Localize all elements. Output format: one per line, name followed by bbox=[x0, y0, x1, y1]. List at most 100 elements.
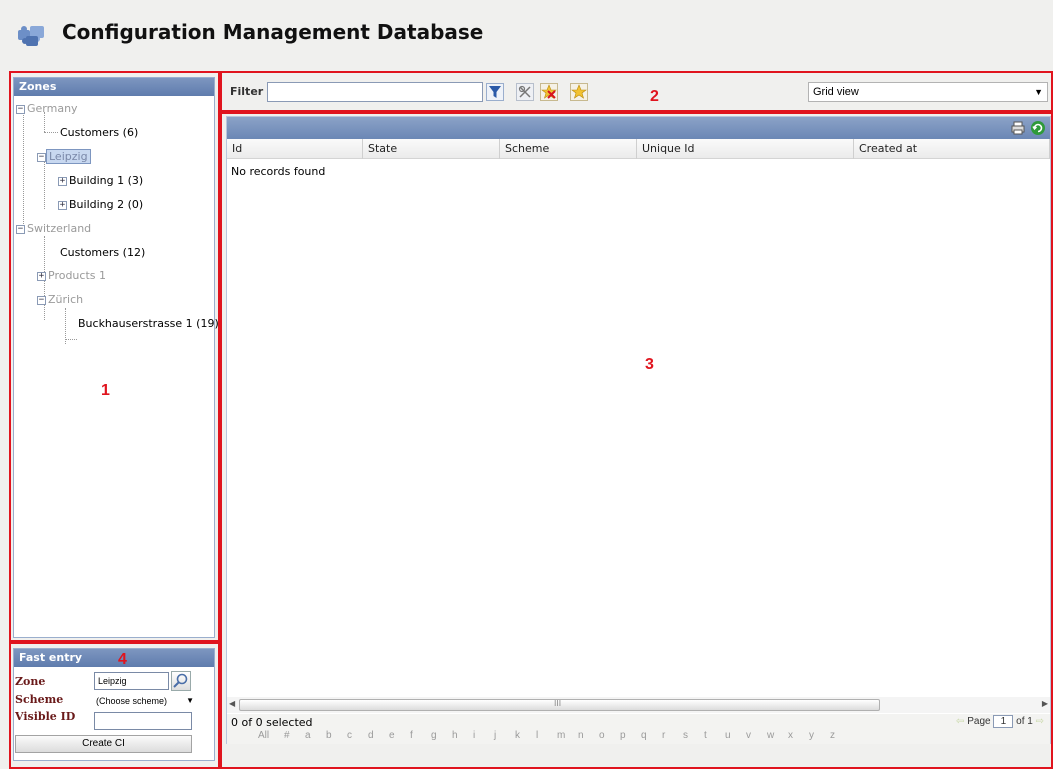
puzzle-logo-icon bbox=[18, 26, 44, 46]
tree-node-germany[interactable]: − Germany bbox=[16, 101, 80, 117]
alpha-filter-p[interactable]: p bbox=[620, 730, 626, 741]
chevron-down-icon: ▼ bbox=[186, 696, 194, 705]
column-header-scheme[interactable]: Scheme bbox=[500, 139, 637, 159]
alpha-filter-v[interactable]: v bbox=[746, 730, 751, 741]
tree-node-label: Switzerland bbox=[27, 222, 92, 235]
remove-favorite-icon[interactable] bbox=[540, 83, 558, 101]
alpha-filter-d[interactable]: d bbox=[368, 730, 374, 741]
tree-node-buckhauserstrasse[interactable]: Buckhauserstrasse 1 (19) bbox=[76, 316, 221, 332]
tree-node-customers-switzerland[interactable]: Customers (12) bbox=[58, 245, 147, 261]
alpha-filter-q[interactable]: q bbox=[641, 730, 647, 741]
expand-icon[interactable]: + bbox=[58, 176, 67, 186]
scheme-select-value: (Choose scheme) bbox=[96, 696, 168, 706]
alpha-filter-t[interactable]: t bbox=[704, 730, 707, 741]
alpha-filter-u[interactable]: u bbox=[725, 730, 731, 741]
clear-filter-icon[interactable] bbox=[516, 83, 534, 101]
grid-header-row: Id State Scheme Unique Id Created at bbox=[227, 139, 1050, 159]
alpha-filter-i[interactable]: i bbox=[473, 730, 475, 741]
alpha-filter-x[interactable]: x bbox=[788, 730, 793, 741]
alpha-filter-m[interactable]: m bbox=[557, 730, 565, 741]
magnifier-icon bbox=[173, 673, 188, 688]
app-header: Configuration Management Database bbox=[0, 0, 1053, 70]
alpha-filter-z[interactable]: z bbox=[830, 730, 835, 741]
expand-icon[interactable]: + bbox=[37, 271, 46, 281]
scrollbar-thumb[interactable]: III bbox=[239, 699, 880, 711]
tree-node-customers-germany[interactable]: Customers (6) bbox=[58, 125, 140, 141]
view-select-value: Grid view bbox=[813, 86, 859, 98]
tree-node-label: Customers (6) bbox=[60, 126, 139, 139]
alpha-filter-n[interactable]: n bbox=[578, 730, 584, 741]
zone-tree: − Germany Customers (6) − Leipzig + Buildin… bbox=[14, 96, 219, 616]
annotation-number-1: 1 bbox=[101, 382, 110, 399]
scroll-grip: III bbox=[554, 699, 562, 708]
filter-input[interactable] bbox=[267, 82, 483, 102]
create-ci-button[interactable]: Create CI bbox=[15, 735, 192, 753]
tree-node-label: Customers (12) bbox=[60, 246, 146, 259]
page-label: Page bbox=[967, 716, 991, 727]
alpha-filter-g[interactable]: g bbox=[431, 730, 437, 741]
alpha-filter-y[interactable]: y bbox=[809, 730, 814, 741]
tree-node-products-1[interactable]: + Products 1 bbox=[37, 268, 108, 284]
collapse-icon[interactable]: − bbox=[16, 104, 25, 114]
scroll-right-icon[interactable]: ▶ bbox=[1042, 699, 1048, 708]
filter-icon[interactable] bbox=[486, 83, 504, 101]
pager: ⇦ Page 1 of 1 ⇨ bbox=[956, 715, 1044, 728]
alpha-filter-h[interactable]: h bbox=[452, 730, 458, 741]
fast-entry-panel: Fast entry Zone Leipzig Scheme (Choose s… bbox=[13, 648, 215, 761]
column-header-created-at[interactable]: Created at bbox=[854, 139, 1050, 159]
alpha-filter-all[interactable]: All bbox=[258, 730, 269, 741]
refresh-icon[interactable] bbox=[1030, 120, 1046, 136]
alpha-filter-e[interactable]: e bbox=[389, 730, 395, 741]
column-header-unique-id[interactable]: Unique Id bbox=[637, 139, 854, 159]
alpha-filter-k[interactable]: k bbox=[515, 730, 520, 741]
zones-panel-header: Zones bbox=[14, 78, 214, 96]
alpha-filter-r[interactable]: r bbox=[662, 730, 665, 741]
zone-lookup-button[interactable] bbox=[171, 671, 191, 691]
page-total: of 1 bbox=[1016, 716, 1033, 727]
print-icon[interactable] bbox=[1010, 120, 1026, 136]
tree-node-zurich[interactable]: − Zürich bbox=[37, 292, 85, 308]
grid-toolbar bbox=[227, 117, 1050, 139]
collapse-icon[interactable]: − bbox=[37, 152, 46, 162]
page-title: Configuration Management Database bbox=[62, 20, 484, 44]
tree-node-building-1[interactable]: + Building 1 (3) bbox=[58, 173, 145, 189]
horizontal-scrollbar[interactable]: ◀ III ▶ bbox=[227, 697, 1050, 713]
zone-field[interactable]: Leipzig bbox=[94, 672, 169, 690]
view-select[interactable]: Grid view ▼ bbox=[808, 82, 1048, 102]
alpha-filter-w[interactable]: w bbox=[767, 730, 774, 741]
tree-node-leipzig[interactable]: − Leipzig bbox=[37, 149, 91, 165]
collapse-icon[interactable]: − bbox=[37, 295, 46, 305]
tree-node-label: Products 1 bbox=[48, 269, 106, 282]
alphabet-filter-bar: All # a b c d e f g h i j k l m n o p q r s t u v w x y z bbox=[227, 730, 1050, 744]
alpha-filter-f[interactable]: f bbox=[410, 730, 413, 741]
column-header-state[interactable]: State bbox=[363, 139, 500, 159]
scroll-left-icon[interactable]: ◀ bbox=[229, 699, 235, 708]
tree-node-label: Zürich bbox=[48, 293, 84, 306]
zone-label: Zone bbox=[15, 675, 46, 688]
alpha-filter-j[interactable]: j bbox=[494, 730, 496, 741]
page-number-input[interactable]: 1 bbox=[993, 715, 1014, 728]
tree-node-label: Leipzig bbox=[46, 149, 91, 164]
alpha-filter-o[interactable]: o bbox=[599, 730, 605, 741]
annotation-number-2: 2 bbox=[650, 88, 659, 105]
tree-node-label: Germany bbox=[27, 102, 78, 115]
alpha-filter-hash[interactable]: # bbox=[284, 730, 290, 741]
favorite-icon[interactable] bbox=[570, 83, 588, 101]
alpha-filter-a[interactable]: a bbox=[305, 730, 311, 741]
alpha-filter-l[interactable]: l bbox=[536, 730, 538, 741]
collapse-icon[interactable]: − bbox=[16, 224, 25, 234]
scheme-label: Scheme bbox=[15, 693, 64, 706]
tree-node-switzerland[interactable]: − Switzerland bbox=[16, 221, 93, 237]
alpha-filter-c[interactable]: c bbox=[347, 730, 352, 741]
column-header-id[interactable]: Id bbox=[227, 139, 363, 159]
selection-count: 0 of 0 selected bbox=[231, 716, 313, 729]
tree-node-label: Building 1 (3) bbox=[69, 174, 144, 187]
alpha-filter-s[interactable]: s bbox=[683, 730, 688, 741]
prev-page-icon[interactable]: ⇦ bbox=[956, 716, 964, 727]
expand-icon[interactable]: + bbox=[58, 200, 67, 210]
alpha-filter-b[interactable]: b bbox=[326, 730, 332, 741]
next-page-icon[interactable]: ⇨ bbox=[1036, 716, 1044, 727]
tree-node-building-2[interactable]: + Building 2 (0) bbox=[58, 197, 145, 213]
scheme-select[interactable]: (Choose scheme) ▼ bbox=[96, 694, 196, 708]
visible-id-field[interactable] bbox=[94, 712, 192, 730]
